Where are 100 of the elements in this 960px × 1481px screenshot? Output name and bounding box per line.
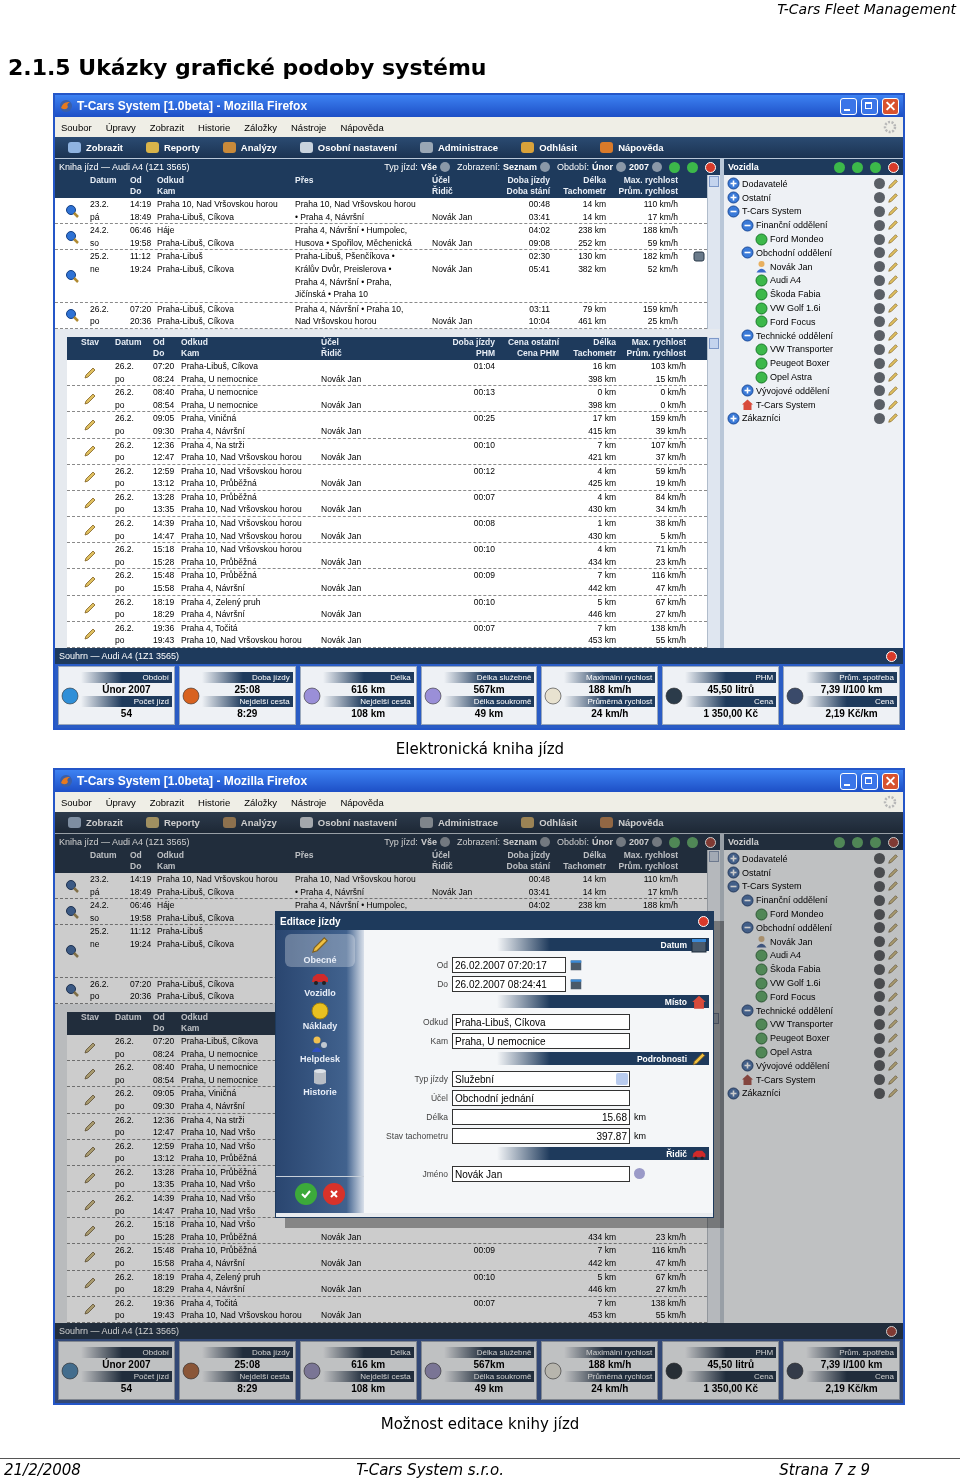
circle-icon[interactable] — [615, 162, 626, 172]
toolbar-button[interactable]: Reporty — [144, 815, 200, 830]
pencil-icon[interactable] — [83, 548, 97, 563]
magnifier-icon[interactable] — [64, 308, 79, 323]
pencil-icon[interactable] — [887, 1004, 899, 1017]
column-header[interactable]: Tachometr — [573, 347, 616, 358]
pencil-icon[interactable] — [83, 391, 97, 406]
circle-icon[interactable] — [874, 192, 885, 204]
column-header[interactable]: Od — [153, 336, 165, 347]
expander-icon[interactable] — [741, 218, 754, 232]
column-header[interactable]: Doba stání — [506, 186, 550, 196]
toolbar-button[interactable]: Nápověda — [599, 140, 664, 155]
column-header[interactable]: Cena ostatní — [508, 336, 559, 347]
column-header[interactable]: Prům. rychlost — [626, 347, 686, 358]
column-header[interactable]: Doba stání — [506, 861, 550, 871]
circle-icon[interactable] — [874, 1018, 885, 1030]
menu-item[interactable]: Nápověda — [340, 121, 384, 133]
column-header[interactable]: Stav — [81, 1011, 99, 1022]
filter-value[interactable]: Únor — [591, 837, 613, 847]
circle-icon[interactable] — [834, 161, 845, 173]
expander-icon[interactable] — [727, 411, 740, 425]
filter-value[interactable]: Seznam — [502, 837, 537, 847]
pencil-icon[interactable] — [887, 329, 899, 342]
date-field[interactable]: 26.02.2007 08:24:41 — [452, 975, 566, 992]
column-header[interactable]: Do — [153, 1022, 165, 1033]
expander-icon[interactable] — [727, 191, 740, 205]
menu-item[interactable]: Historie — [198, 121, 231, 133]
tree-item[interactable]: T-Cars System — [742, 881, 872, 892]
pencil-icon[interactable] — [83, 1092, 97, 1107]
pencil-icon[interactable] — [83, 1171, 97, 1186]
column-header[interactable]: PHM — [476, 347, 495, 358]
pencil-icon[interactable] — [83, 496, 97, 511]
pencil-icon[interactable] — [887, 274, 899, 287]
toolbar-button[interactable]: Nápověda — [599, 815, 664, 830]
circle-icon[interactable] — [652, 162, 662, 172]
tree-item[interactable]: Audi A4 — [770, 950, 872, 961]
magnifier-icon[interactable] — [64, 878, 79, 893]
expander-icon[interactable] — [727, 852, 740, 866]
pencil-icon[interactable] — [887, 177, 899, 190]
date-field[interactable]: 26.02.2007 07:20:17 — [452, 956, 566, 973]
circle-icon[interactable] — [834, 836, 845, 848]
tree-item[interactable]: Peugeot Boxer — [770, 358, 872, 369]
toolbar-button[interactable]: Odhlásit — [520, 815, 578, 830]
close-icon[interactable] — [888, 161, 899, 173]
expander-icon[interactable] — [727, 866, 740, 880]
circle-icon[interactable] — [874, 1060, 885, 1072]
circle-icon[interactable] — [874, 412, 885, 424]
tree-item[interactable]: Ostatní — [742, 867, 872, 878]
column-header[interactable]: Od — [153, 1011, 165, 1022]
pencil-icon[interactable] — [887, 852, 899, 865]
pencil-icon[interactable] — [83, 1250, 97, 1265]
number-field[interactable]: 397.87 — [452, 1127, 630, 1144]
column-header[interactable]: Od — [130, 850, 142, 860]
pencil-icon[interactable] — [887, 343, 899, 356]
circle-icon[interactable] — [874, 1005, 885, 1017]
toolbar-button[interactable]: Administrace — [418, 815, 499, 830]
toolbar-button[interactable]: Analýzy — [221, 140, 277, 155]
menu-item[interactable]: Úpravy — [105, 121, 136, 133]
tree-item[interactable]: Audi A4 — [770, 275, 872, 286]
circle-icon[interactable] — [874, 247, 885, 259]
pencil-icon[interactable] — [887, 246, 899, 259]
pencil-icon[interactable] — [83, 1145, 97, 1160]
tree-item[interactable]: Obchodní oddělení — [756, 247, 872, 258]
column-header[interactable]: Doba jízdy — [452, 336, 495, 347]
pencil-icon[interactable] — [83, 1197, 97, 1212]
circle-icon[interactable] — [874, 178, 885, 190]
menu-item[interactable]: Nápověda — [340, 796, 384, 808]
magnifier-icon[interactable] — [64, 983, 79, 998]
toolbar-button[interactable]: Reporty — [144, 140, 200, 155]
circle-icon[interactable] — [874, 274, 885, 286]
close-icon[interactable] — [698, 915, 709, 927]
filter-value[interactable]: Vše — [420, 837, 437, 847]
pencil-icon[interactable] — [887, 260, 899, 273]
pencil-icon[interactable] — [887, 371, 899, 384]
column-header[interactable]: Přes — [295, 175, 314, 185]
pencil-icon[interactable] — [887, 302, 899, 315]
circle-icon[interactable] — [874, 936, 885, 948]
magnifier-icon[interactable] — [64, 203, 79, 218]
sidebar-item[interactable]: Helpdesk — [285, 1033, 355, 1066]
pencil-icon[interactable] — [887, 1046, 899, 1059]
circle-icon[interactable] — [874, 288, 885, 300]
close-button[interactable] — [882, 97, 899, 115]
pencil-icon[interactable] — [83, 1223, 97, 1238]
column-header[interactable]: Do — [130, 861, 142, 871]
tree-item[interactable]: Opel Astra — [770, 1047, 872, 1058]
sidebar-item[interactable]: Historie — [285, 1066, 355, 1099]
tree-item[interactable]: Vývojové oddělení — [756, 1060, 872, 1071]
pencil-icon[interactable] — [887, 1059, 899, 1072]
pencil-icon[interactable] — [83, 1276, 97, 1291]
pencil-icon[interactable] — [887, 880, 899, 893]
tree-item[interactable]: Zákazníci — [742, 1088, 872, 1099]
scrollbar[interactable] — [707, 336, 720, 648]
circle-icon[interactable] — [874, 233, 885, 245]
pencil-icon[interactable] — [887, 935, 899, 948]
pencil-icon[interactable] — [887, 219, 899, 232]
tree-item[interactable]: Ford Focus — [770, 316, 872, 327]
column-header[interactable]: Max. rychlost — [623, 175, 678, 185]
pencil-icon[interactable] — [83, 522, 97, 537]
pencil-icon[interactable] — [887, 1073, 899, 1086]
toolbar-button[interactable]: Administrace — [418, 140, 499, 155]
